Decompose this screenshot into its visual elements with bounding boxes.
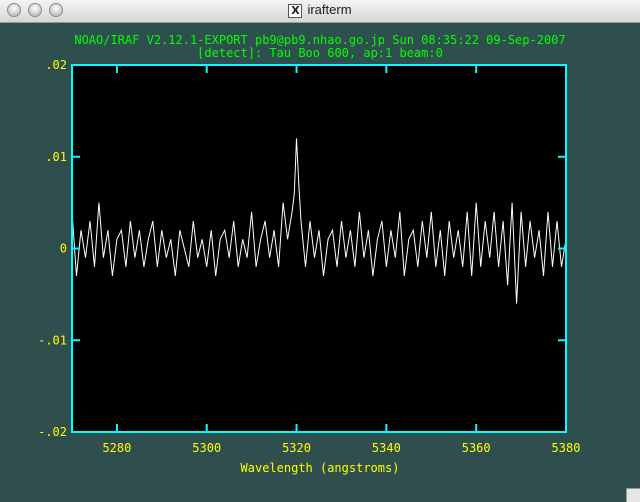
x-tick-label: 5280 — [102, 441, 131, 455]
irafterm-window: Xirafterm NOAO/IRAF V2.12.1-EXPORT pb9@p… — [0, 0, 640, 502]
x-tick-label: 5300 — [192, 441, 221, 455]
y-tick-label: -.02 — [38, 425, 67, 439]
y-tick-label: .02 — [45, 58, 67, 72]
plot-header-line1: NOAO/IRAF V2.12.1-EXPORT pb9@pb9.nhao.go… — [74, 33, 565, 47]
x-axis-label: Wavelength (angstroms) — [241, 461, 400, 475]
spectrum-plot: NOAO/IRAF V2.12.1-EXPORT pb9@pb9.nhao.go… — [38, 33, 581, 475]
y-tick-label: -.01 — [38, 333, 67, 347]
plot-header-line2: [detect]: Tau Boo 600, ap:1 beam:0 — [197, 46, 443, 60]
y-tick-label: 0 — [60, 242, 67, 256]
x-tick-label: 5320 — [282, 441, 311, 455]
y-tick-label: .01 — [45, 150, 67, 164]
x-tick-label: 5380 — [552, 441, 581, 455]
resize-grip[interactable] — [626, 488, 640, 502]
x-tick-label: 5340 — [372, 441, 401, 455]
x-tick-label: 5360 — [462, 441, 491, 455]
plot-area — [72, 65, 566, 432]
